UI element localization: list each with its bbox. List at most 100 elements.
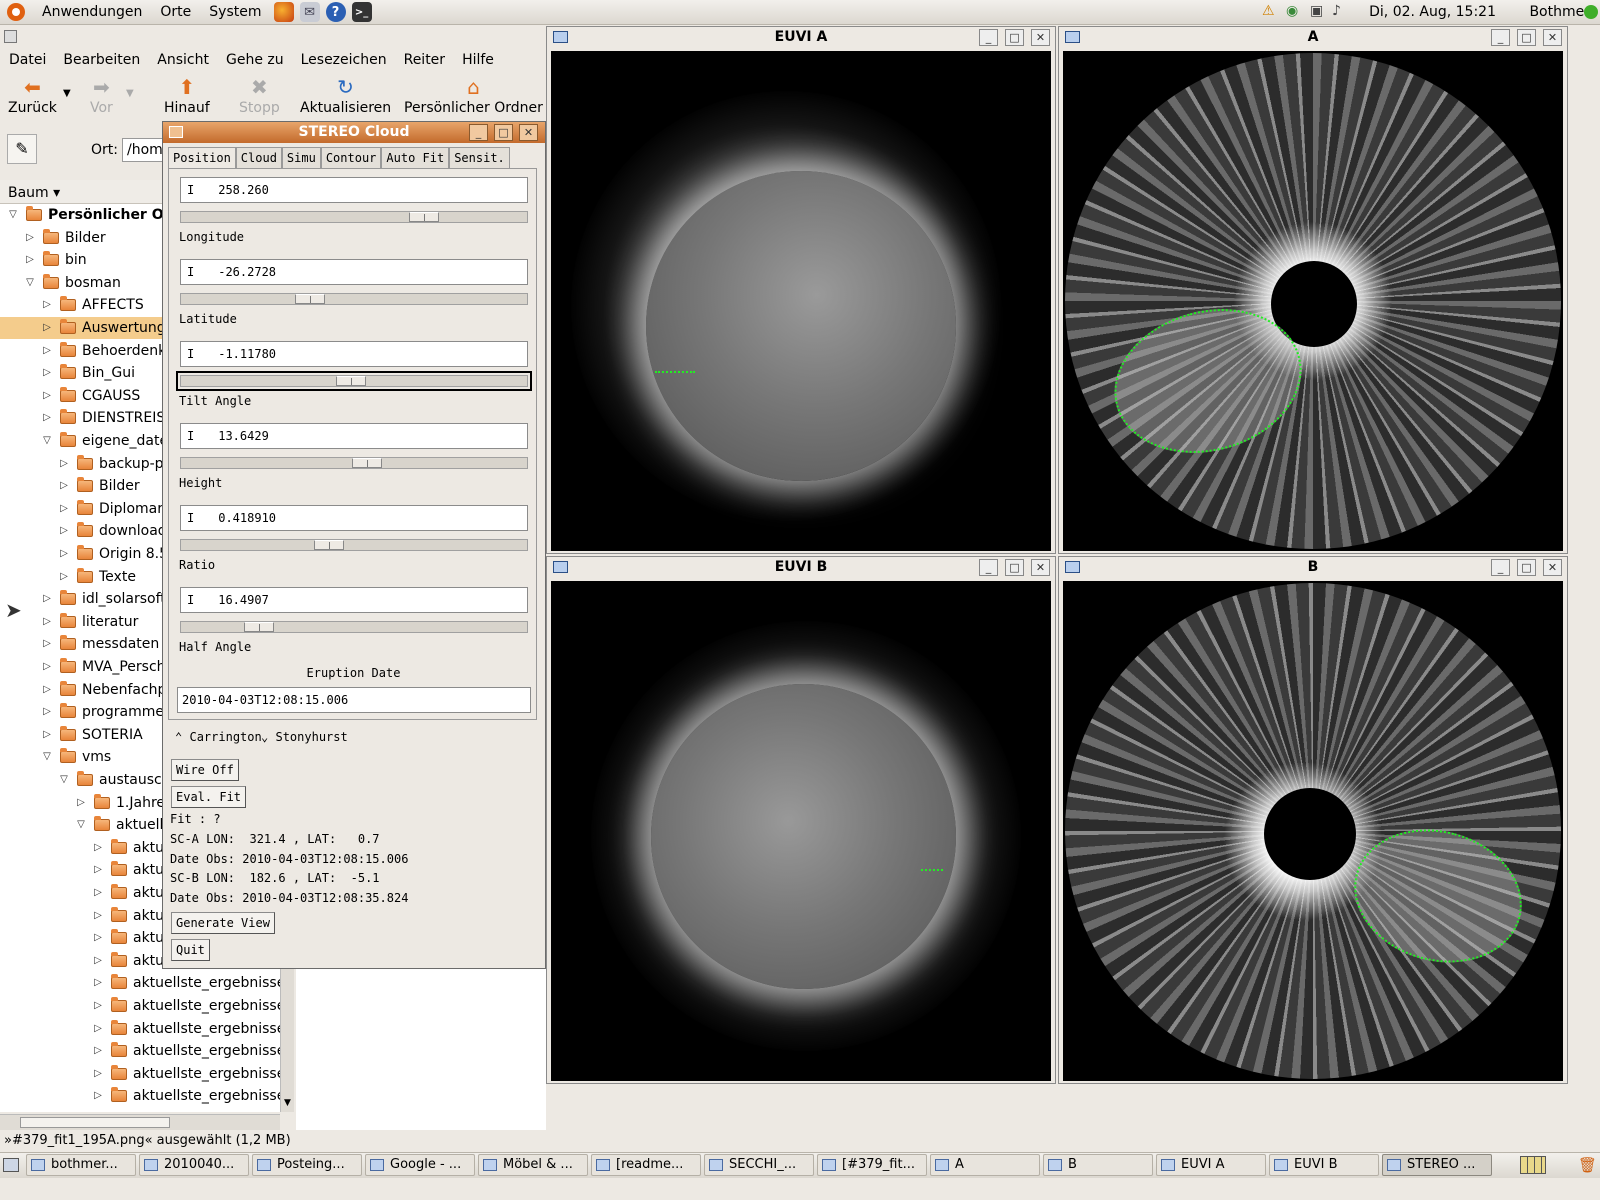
close-button[interactable]: ✕ xyxy=(1031,559,1050,576)
euvi-a-image[interactable] xyxy=(551,51,1051,551)
minimize-button[interactable]: _ xyxy=(1491,559,1510,576)
taskbar-item[interactable]: EUVI A xyxy=(1156,1154,1266,1176)
expander-open-icon[interactable]: ▽ xyxy=(74,814,88,836)
scroll-thumb[interactable] xyxy=(20,1117,170,1128)
expander-closed-icon[interactable]: ▷ xyxy=(91,905,105,927)
workspace-switcher-icon[interactable] xyxy=(1520,1156,1546,1174)
tab-simu[interactable]: Simu xyxy=(281,147,321,169)
expander-closed-icon[interactable]: ▷ xyxy=(91,837,105,859)
half-angle-slider[interactable] xyxy=(180,621,528,633)
taskbar-item[interactable]: Möbel & ... xyxy=(478,1154,588,1176)
tree-item[interactable]: ▷ aktue xyxy=(91,859,173,881)
show-desktop-icon[interactable] xyxy=(3,1158,19,1172)
tree-item[interactable]: ▷ aktuellste_ergebnisse_j xyxy=(91,995,280,1017)
taskbar-item[interactable]: B xyxy=(1043,1154,1153,1176)
taskbar-item[interactable]: Google - ... xyxy=(365,1154,475,1176)
expander-closed-icon[interactable]: ▷ xyxy=(91,972,105,994)
tree-item[interactable]: ▽ vms xyxy=(40,746,111,768)
tree-item[interactable]: ▷ aktuellste_ergebnisse_r xyxy=(91,1063,280,1085)
maximize-button[interactable]: □ xyxy=(1005,29,1024,46)
back-history-dropdown[interactable]: ▼ xyxy=(63,88,71,99)
slider-knob[interactable] xyxy=(314,540,344,550)
tree-item[interactable]: ▷ Nebenfachpra xyxy=(40,679,181,701)
trash-icon[interactable]: 🗑 xyxy=(1578,1156,1597,1174)
forward-button[interactable]: ➡ Vor xyxy=(90,76,113,116)
expander-closed-icon[interactable]: ▷ xyxy=(91,995,105,1017)
taskbar-item[interactable]: A xyxy=(930,1154,1040,1176)
height-slider[interactable] xyxy=(180,457,528,469)
close-button[interactable]: ✕ xyxy=(1543,559,1562,576)
expander-closed-icon[interactable]: ▷ xyxy=(40,611,54,633)
volume-icon[interactable]: ♪ xyxy=(1332,3,1341,19)
taskbar-item[interactable]: [#379_fit... xyxy=(817,1154,927,1176)
euvi-b-image[interactable] xyxy=(551,581,1051,1081)
tree-item[interactable]: ▷ SOTERIA xyxy=(40,724,143,746)
tree-item[interactable]: ▷ bin xyxy=(23,249,87,271)
ubuntu-logo-icon[interactable] xyxy=(7,3,25,21)
tree-item[interactable]: ▷ aktuellste_ergebnisse_r xyxy=(91,1018,280,1040)
expander-closed-icon[interactable]: ▷ xyxy=(40,656,54,678)
tree-item[interactable]: ▽ Persönlicher Ord xyxy=(6,204,181,226)
expander-closed-icon[interactable]: ▷ xyxy=(40,633,54,655)
tree-item[interactable]: ▽ bosman xyxy=(23,272,121,294)
expander-closed-icon[interactable]: ▷ xyxy=(57,543,71,565)
terminal-launcher-icon[interactable]: >_ xyxy=(351,2,372,22)
expander-closed-icon[interactable]: ▷ xyxy=(23,227,37,249)
expander-closed-icon[interactable]: ▷ xyxy=(91,1085,105,1107)
expander-closed-icon[interactable]: ▷ xyxy=(40,701,54,723)
expander-closed-icon[interactable]: ▷ xyxy=(91,1063,105,1085)
height-field[interactable]: I 13.6429 xyxy=(180,423,528,449)
mail-launcher-icon[interactable]: ✉ xyxy=(299,2,320,22)
slider-knob[interactable] xyxy=(295,294,325,304)
generate-view-button[interactable]: Generate View xyxy=(171,912,275,934)
tilt-angle-field[interactable]: I -1.11780 xyxy=(180,341,528,367)
expander-closed-icon[interactable]: ▷ xyxy=(91,927,105,949)
taskbar-item[interactable]: bothmer... xyxy=(26,1154,136,1176)
expander-closed-icon[interactable]: ▷ xyxy=(91,950,105,972)
expander-closed-icon[interactable]: ▷ xyxy=(40,679,54,701)
expander-closed-icon[interactable]: ▷ xyxy=(40,317,54,339)
tree-item[interactable]: ▷ backup-pro xyxy=(57,453,178,475)
tree-item[interactable]: ▷ aktuellste_ergebnisse_j xyxy=(91,972,280,994)
expander-closed-icon[interactable]: ▷ xyxy=(91,1040,105,1062)
minimize-button[interactable]: _ xyxy=(469,124,488,141)
slider-knob[interactable] xyxy=(244,622,274,632)
menu-reiter[interactable]: Reiter xyxy=(395,52,453,68)
eruption-date-field[interactable]: 2010-04-03T12:08:15.006 xyxy=(177,687,531,713)
maximize-button[interactable]: □ xyxy=(1517,29,1536,46)
window-menu-icon[interactable] xyxy=(553,561,568,573)
tree-item[interactable]: ▽ austausch xyxy=(57,769,171,791)
toggle-location-icon[interactable]: ✎ xyxy=(7,134,37,164)
expander-closed-icon[interactable]: ▷ xyxy=(40,588,54,610)
minimize-button[interactable]: _ xyxy=(979,559,998,576)
wire-off-button[interactable]: Wire Off xyxy=(171,759,239,781)
expander-closed-icon[interactable]: ▷ xyxy=(40,294,54,316)
expander-closed-icon[interactable]: ▷ xyxy=(40,385,54,407)
taskbar-item[interactable]: 2010040... xyxy=(139,1154,249,1176)
expander-open-icon[interactable]: ▽ xyxy=(23,272,37,294)
user-menu[interactable]: Bothmer xyxy=(1529,4,1590,20)
tree-item[interactable]: ▷ Behoerdenkra xyxy=(40,340,181,362)
stonyhurst-radio[interactable]: ⌄ Stonyhurst xyxy=(261,730,348,744)
taskbar-item[interactable]: [readme... xyxy=(591,1154,701,1176)
window-menu-icon[interactable] xyxy=(169,126,183,138)
expander-closed-icon[interactable]: ▷ xyxy=(91,1018,105,1040)
tab-sensit[interactable]: Sensit. xyxy=(449,147,510,169)
tree-item[interactable]: ▷ MVA_Perschke xyxy=(40,656,182,678)
tree-item[interactable]: ▷ literatur xyxy=(40,611,138,633)
scroll-down-icon[interactable]: ▼ xyxy=(282,1098,293,1110)
expander-closed-icon[interactable]: ▷ xyxy=(57,520,71,542)
tree-item[interactable]: ▷ aktue xyxy=(91,927,173,949)
expander-closed-icon[interactable]: ▷ xyxy=(40,340,54,362)
monitor-icon[interactable]: ▣ xyxy=(1310,3,1323,19)
longitude-slider[interactable] xyxy=(180,211,528,223)
back-button[interactable]: ⬅ Zurück xyxy=(8,76,57,116)
menu-bearbeiten[interactable]: Bearbeiten xyxy=(54,52,148,68)
close-button[interactable]: ✕ xyxy=(1031,29,1050,46)
minimize-button[interactable]: _ xyxy=(979,29,998,46)
window-menu-icon[interactable] xyxy=(1065,31,1080,43)
window-menu-icon[interactable] xyxy=(553,31,568,43)
tree-item[interactable]: ▷ messdaten xyxy=(40,633,159,655)
tab-contour[interactable]: Contour xyxy=(320,147,382,169)
eval-fit-button[interactable]: Eval. Fit xyxy=(171,786,247,808)
